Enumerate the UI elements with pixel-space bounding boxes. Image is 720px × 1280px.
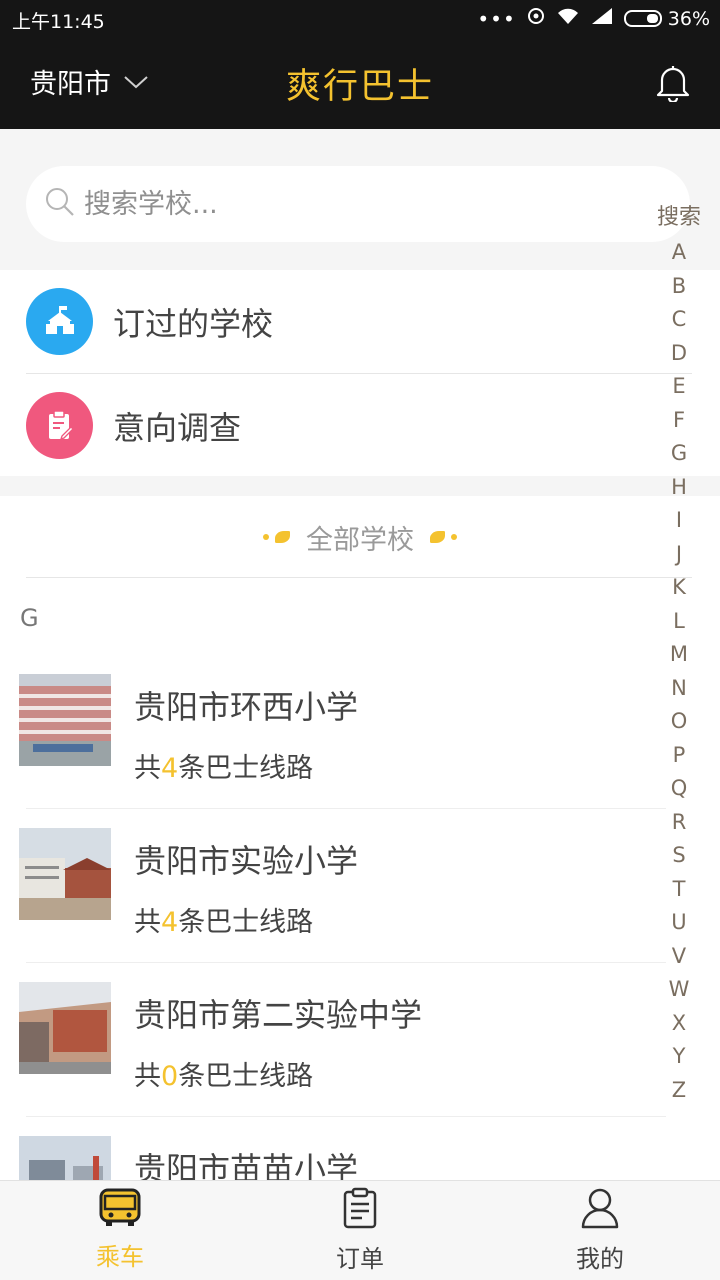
index-letter-k[interactable]: K <box>672 571 686 605</box>
index-letter-q[interactable]: Q <box>671 772 688 806</box>
index-letter-u[interactable]: U <box>671 906 686 940</box>
index-letter-s[interactable]: S <box>672 839 685 873</box>
hotspot-icon <box>526 6 546 31</box>
index-letter-i[interactable]: I <box>676 504 682 538</box>
index-letter-w[interactable]: W <box>669 973 690 1007</box>
index-letter-d[interactable]: D <box>671 337 687 371</box>
wifi-icon <box>556 6 580 31</box>
tab-me-label: 我的 <box>576 1245 624 1273</box>
index-letter-v[interactable]: V <box>672 940 686 974</box>
index-letter-z[interactable]: Z <box>672 1074 686 1108</box>
index-letter-n[interactable]: N <box>671 672 687 706</box>
index-letter-c[interactable]: C <box>672 303 687 337</box>
clipboard-edit-icon <box>26 392 93 459</box>
bell-icon[interactable] <box>654 62 692 106</box>
decoration-right-icon <box>430 531 457 543</box>
quick-links: 订过的学校 意向调查 <box>0 270 720 476</box>
index-letter-l[interactable]: L <box>673 605 685 639</box>
battery-indicator: 36% <box>623 7 710 30</box>
battery-icon <box>623 10 662 27</box>
school-row[interactable]: 贵阳市苗苗小学 <box>0 1116 660 1180</box>
index-letter-x[interactable]: X <box>672 1007 686 1041</box>
index-letter-m[interactable]: M <box>670 638 688 672</box>
school-row[interactable]: 贵阳市实验小学 共4条巴士线路 <box>0 808 660 962</box>
index-letter-g[interactable]: G <box>671 437 687 471</box>
tab-ride[interactable]: 乘车 <box>0 1181 240 1280</box>
app-header: 贵阳市 爽行巴士 <box>0 38 720 129</box>
index-letter-p[interactable]: P <box>673 739 686 773</box>
survey-item[interactable]: 意向调查 <box>26 374 666 477</box>
index-letter-a[interactable]: A <box>672 236 686 270</box>
school-photo <box>19 1136 111 1180</box>
index-letter-r[interactable]: R <box>672 806 687 840</box>
all-schools-label: 全部学校 <box>306 524 414 556</box>
school-building-icon <box>26 288 93 355</box>
search-icon <box>44 186 76 222</box>
user-icon <box>580 1187 620 1233</box>
index-letter-o[interactable]: O <box>671 705 688 739</box>
alphabet-index[interactable]: 搜索 ABCDEFGHIJKLMNOPQRSTUVWXYZ <box>652 200 706 1107</box>
index-letter-y[interactable]: Y <box>673 1040 686 1074</box>
tab-me[interactable]: 我的 <box>480 1181 720 1280</box>
booked-schools-item[interactable]: 订过的学校 <box>26 270 666 373</box>
survey-label: 意向调查 <box>113 408 242 447</box>
search-bar[interactable] <box>26 166 690 242</box>
school-name: 贵阳市苗苗小学 <box>134 1150 359 1180</box>
bus-icon <box>98 1187 142 1231</box>
decoration-left-icon <box>263 531 290 543</box>
divider <box>26 577 692 578</box>
school-row[interactable]: 贵阳市环西小学 共4条巴士线路 <box>0 654 660 808</box>
status-icons: ••• 36% <box>477 6 710 31</box>
index-letter-b[interactable]: B <box>672 270 686 304</box>
tab-ride-label: 乘车 <box>96 1243 144 1271</box>
search-input[interactable] <box>84 188 604 220</box>
school-photo <box>19 828 111 920</box>
school-routes: 共4条巴士线路 <box>134 753 314 784</box>
school-photo <box>19 674 111 766</box>
route-count: 4 <box>161 907 179 938</box>
route-count: 0 <box>161 1061 179 1092</box>
index-search[interactable]: 搜索 <box>657 200 701 236</box>
booked-schools-label: 订过的学校 <box>113 304 274 343</box>
school-name: 贵阳市第二实验中学 <box>134 996 423 1034</box>
status-time: 上午11:45 <box>12 11 105 33</box>
school-name: 贵阳市实验小学 <box>134 842 359 880</box>
clipboard-icon <box>340 1187 380 1233</box>
section-gap <box>0 476 720 496</box>
school-routes: 共0条巴士线路 <box>134 1061 314 1092</box>
battery-percent: 36% <box>667 7 710 30</box>
bottom-tab-bar: 乘车 订单 我的 <box>0 1180 720 1280</box>
index-letter-t[interactable]: T <box>673 873 686 907</box>
school-row[interactable]: 贵阳市第二实验中学 共0条巴士线路 <box>0 962 660 1116</box>
index-letter-h[interactable]: H <box>671 471 687 505</box>
page-title: 爽行巴士 <box>285 67 434 107</box>
school-name: 贵阳市环西小学 <box>134 688 359 726</box>
index-letter-f[interactable]: F <box>673 404 685 438</box>
tab-orders[interactable]: 订单 <box>240 1181 480 1280</box>
school-routes: 共4条巴士线路 <box>134 907 314 938</box>
signal-icon <box>590 6 614 31</box>
search-area <box>0 129 720 270</box>
more-dots-icon: ••• <box>477 6 516 31</box>
tab-orders-label: 订单 <box>336 1245 384 1273</box>
all-schools-header: 全部学校 <box>0 496 720 578</box>
school-photo <box>19 982 111 1074</box>
section-letter: G <box>20 604 39 632</box>
status-bar: 上午11:45 ••• 36% <box>0 0 720 38</box>
index-letter-e[interactable]: E <box>672 370 685 404</box>
route-count: 4 <box>161 753 179 784</box>
index-letter-j[interactable]: J <box>676 538 682 572</box>
